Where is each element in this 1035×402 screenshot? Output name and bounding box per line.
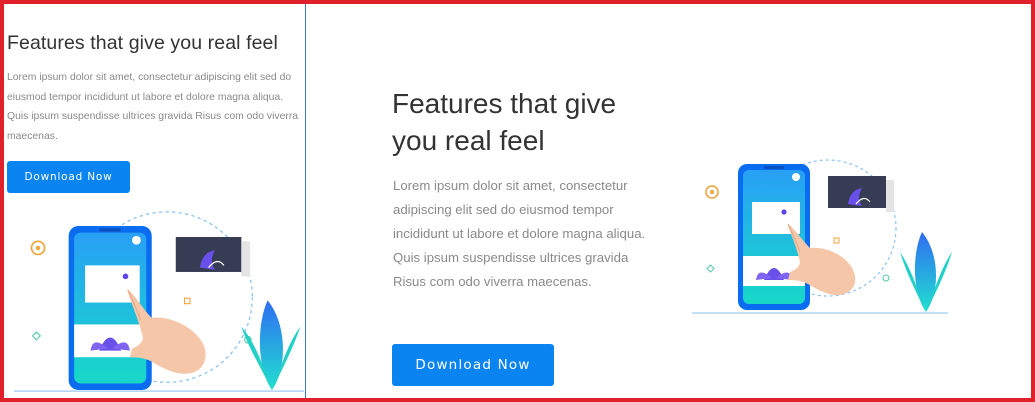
phone-touch-illustration <box>14 211 304 392</box>
desktop-preview-panel: Features that give you real feel Lorem i… <box>307 4 1031 398</box>
download-now-button[interactable]: Download Now <box>7 161 130 193</box>
title-line-1: Features that give <box>392 88 617 119</box>
download-now-button-large[interactable]: Download Now <box>392 344 554 386</box>
section-description-large: Lorem ipsum dolor sit amet, consectetur … <box>393 178 646 289</box>
mobile-preview-panel: Features that give you real feel Lorem i… <box>4 4 306 398</box>
section-description: Lorem ipsum dolor sit amet, consectetur … <box>7 72 299 142</box>
section-title-large: Features that give you real feel <box>392 85 616 159</box>
phone-touch-illustration-large <box>692 159 952 314</box>
section-title: Features that give you real feel <box>7 32 278 54</box>
title-line-2: you real feel <box>392 125 545 156</box>
